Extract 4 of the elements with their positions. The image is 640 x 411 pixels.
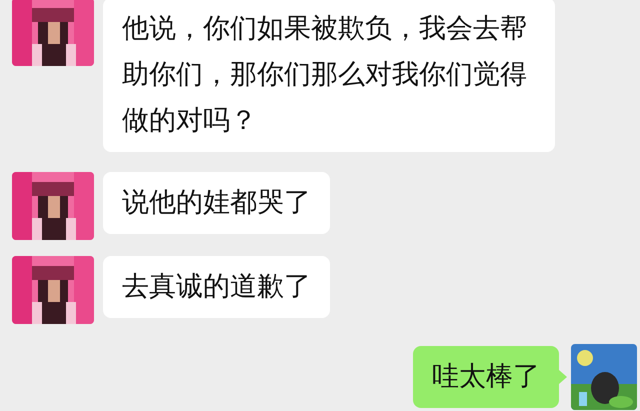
message-bubble: 说他的娃都哭了 (103, 172, 330, 234)
message-bubble: 他说，你们如果被欺负，我会去帮助你们，那你们那么对我你们觉得做的对吗？ (103, 0, 555, 152)
message-bubble: 去真诚的道歉了 (103, 256, 330, 318)
message-bubble: 哇太棒了 (413, 346, 559, 408)
